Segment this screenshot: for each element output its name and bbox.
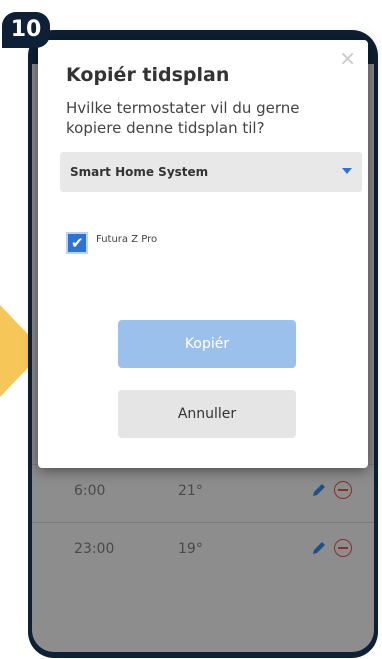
thermostat-label: Futura Z Pro (96, 234, 158, 245)
schedule-time: 23:00 (74, 541, 115, 557)
schedule-time: 6:00 (74, 483, 106, 499)
thermostat-checkbox[interactable]: ✔ (66, 232, 88, 254)
close-icon[interactable]: × (339, 46, 356, 70)
dialog-question: Hvilke termostater vil du gerne kopiere … (66, 99, 300, 137)
dialog-title: Kopiér tidsplan (66, 64, 230, 86)
schedule-temperature: 21° (178, 483, 203, 499)
pencil-icon[interactable] (310, 481, 328, 499)
copy-button[interactable]: Kopiér (118, 320, 296, 368)
cancel-button[interactable]: Annuller (118, 390, 296, 438)
chevron-down-icon (342, 168, 352, 174)
minus-circle-icon[interactable] (334, 481, 352, 499)
select-value: Smart Home System (70, 165, 209, 179)
schedule-temperature: 19° (178, 541, 203, 557)
schedule-row: 6:00 21° (32, 464, 374, 523)
schedule-row: 23:00 19° (32, 522, 374, 581)
checkmark-icon: ✔ (71, 234, 84, 252)
step-number-badge: 10 (2, 12, 50, 48)
copy-schedule-dialog: × Kopiér tidsplan Hvilke termostater vil… (38, 40, 368, 468)
system-select[interactable]: Smart Home System (60, 152, 362, 192)
minus-circle-icon[interactable] (334, 539, 352, 557)
pencil-icon[interactable] (310, 539, 328, 557)
